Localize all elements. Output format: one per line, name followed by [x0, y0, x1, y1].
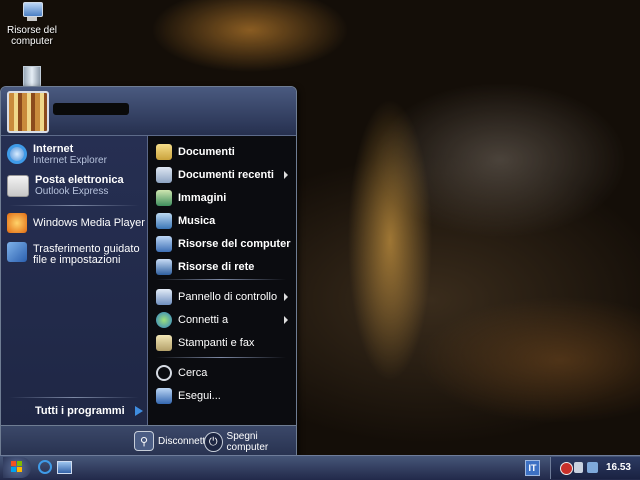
system-label: Connetti a: [178, 314, 229, 326]
taskbar: IT 16.53: [0, 455, 640, 480]
shutdown-label: Spegni computer: [226, 431, 269, 453]
separator: [156, 279, 286, 280]
outlook-express-icon: [7, 175, 29, 197]
programs-column: Internet Internet Explorer Posta elettron…: [1, 136, 148, 426]
quicklaunch-show-desktop-icon[interactable]: [57, 461, 72, 474]
user-name: [53, 103, 129, 115]
recycle-bin-icon: [23, 66, 41, 88]
user-avatar[interactable]: [7, 91, 49, 133]
my-computer-icon: [156, 236, 172, 252]
tool-label: Cerca: [178, 367, 208, 379]
place-label: Risorse del computer: [178, 238, 291, 250]
windows-logo-icon: [11, 461, 23, 473]
run-icon: [156, 388, 172, 404]
music-folder-icon: [156, 213, 172, 229]
clock[interactable]: 16.53: [606, 462, 631, 473]
submenu-arrow-icon: [284, 316, 288, 324]
pinned-title: Posta elettronica: [35, 174, 124, 186]
pinned-email[interactable]: Posta elettronica Outlook Express: [7, 175, 124, 197]
place-music[interactable]: Musica: [156, 213, 215, 229]
pictures-folder-icon: [156, 190, 172, 206]
desktop-icon-label: Risorse del computer: [6, 25, 58, 47]
play-arrow-icon: [134, 406, 143, 416]
quicklaunch-internet-explorer-icon[interactable]: [38, 460, 52, 474]
my-computer-icon: [20, 2, 44, 22]
control-panel-icon: [156, 289, 172, 305]
system-tray: 16.53: [550, 457, 640, 479]
tool-search[interactable]: Cerca: [156, 365, 207, 381]
place-network[interactable]: Risorse di rete: [156, 259, 254, 275]
place-documents[interactable]: Documenti: [156, 144, 235, 160]
internet-explorer-icon: [7, 144, 27, 164]
printers-icon: [156, 335, 172, 351]
place-my-computer[interactable]: Risorse del computer: [156, 236, 290, 252]
place-label: Documenti recenti: [178, 169, 274, 181]
all-programs-label: Tutti i programmi: [35, 405, 125, 417]
transfer-wizard-icon: [7, 242, 27, 262]
media-player-icon: [7, 213, 27, 233]
tool-label: Esegui...: [178, 390, 221, 402]
language-indicator[interactable]: IT: [525, 460, 540, 476]
place-pictures[interactable]: Immagini: [156, 190, 226, 206]
system-printers[interactable]: Stampanti e fax: [156, 335, 254, 351]
key-icon: ⚲: [134, 431, 154, 451]
start-button[interactable]: [3, 457, 31, 478]
pinned-subtitle: Internet Explorer: [33, 155, 107, 166]
system-connect-to[interactable]: Connetti a: [156, 312, 296, 328]
start-menu: Internet Internet Explorer Posta elettron…: [0, 86, 297, 457]
separator: [156, 357, 286, 358]
tool-run[interactable]: Esegui...: [156, 388, 221, 404]
desktop-icon-recycle-bin[interactable]: [0, 66, 67, 88]
separator: [9, 205, 139, 206]
place-recent-documents[interactable]: Documenti recenti: [156, 167, 296, 183]
logoff-label: Disconnetti: [158, 435, 208, 447]
recent-transfer-wizard[interactable]: Trasferimento guidato file e impostazion…: [7, 242, 143, 266]
place-label: Musica: [178, 215, 216, 227]
network-places-icon: [156, 259, 172, 275]
search-icon: [156, 365, 172, 381]
recent-item-label: Trasferimento guidato file e impostazion…: [33, 243, 140, 266]
recent-item-label: Windows Media Player: [33, 217, 145, 229]
desktop-icon-my-computer[interactable]: Risorse del computer: [0, 2, 67, 47]
pinned-subtitle: Outlook Express: [35, 186, 109, 197]
place-label: Immagini: [178, 192, 227, 204]
submenu-arrow-icon: [284, 293, 288, 301]
submenu-arrow-icon: [284, 171, 288, 179]
volume-icon[interactable]: [574, 462, 583, 473]
shutdown-button[interactable]: ⏻ Spegni computer: [204, 431, 296, 453]
recent-media-player[interactable]: Windows Media Player: [7, 213, 145, 233]
security-alert-icon[interactable]: [560, 462, 573, 475]
pinned-internet[interactable]: Internet Internet Explorer: [7, 144, 107, 166]
system-label: Pannello di controllo: [178, 291, 278, 303]
documents-folder-icon: [156, 144, 172, 160]
network-icon[interactable]: [587, 462, 598, 473]
recent-documents-icon: [156, 167, 172, 183]
places-column: Documenti Documenti recenti Immagini Mus…: [148, 136, 296, 426]
connect-to-icon: [156, 312, 172, 328]
system-label: Stampanti e fax: [178, 337, 255, 349]
power-icon: ⏻: [204, 432, 223, 452]
start-menu-footer: ⚲ Disconnetti ⏻ Spegni computer: [1, 425, 296, 456]
system-control-panel[interactable]: Pannello di controllo: [156, 289, 296, 305]
start-menu-header: [1, 87, 296, 136]
all-programs-button[interactable]: Tutti i programmi: [35, 405, 143, 417]
pinned-title: Internet: [33, 143, 74, 155]
logoff-button[interactable]: ⚲ Disconnetti: [134, 431, 207, 451]
place-label: Documenti: [178, 146, 235, 158]
place-label: Risorse di rete: [178, 261, 255, 273]
separator: [9, 397, 139, 398]
